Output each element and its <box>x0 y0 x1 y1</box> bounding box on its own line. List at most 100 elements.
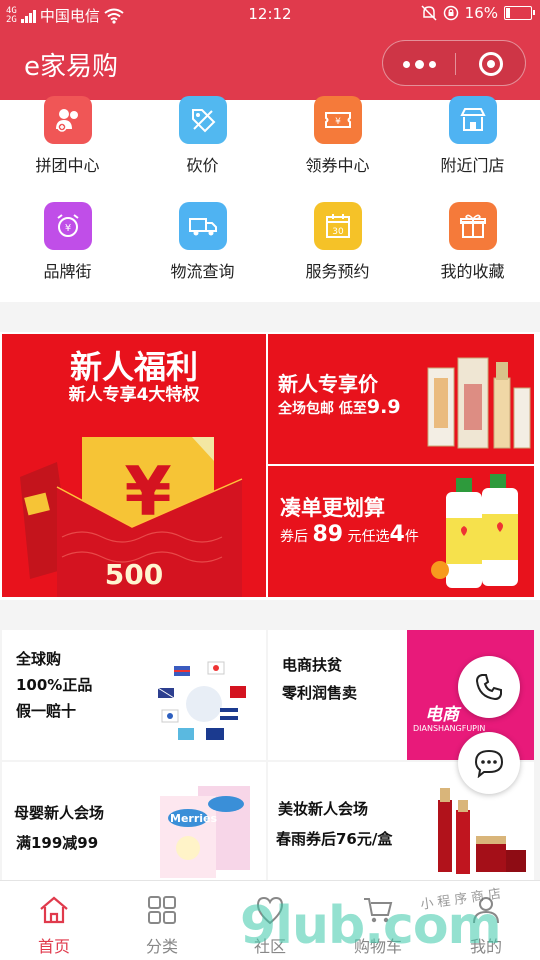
promo-rt-title: 新人专享价 <box>278 372 378 396</box>
card-title: 母婴新人会场 <box>14 804 105 822</box>
tab-label: 社区 <box>253 937 286 956</box>
svg-text:30: 30 <box>332 227 344 237</box>
card-title: 美妆新人会场 <box>278 800 369 818</box>
card-subtitle: 零利润售卖 <box>282 684 358 702</box>
brand-alarm-icon: ¥ <box>43 202 92 250</box>
shortcut-favorites[interactable]: 我的收藏 <box>405 202 540 302</box>
tab-cart[interactable]: 购物车 <box>324 881 432 960</box>
user-icon <box>473 897 499 924</box>
card-image-subtext: DIANSHANGFUPIN <box>413 724 486 733</box>
cart-icon <box>364 898 393 923</box>
promo-rb-title: 凑单更划算 <box>280 496 385 520</box>
promo-new-user-price[interactable]: 新人专享价 全场包邮 低至9.9 <box>268 334 534 464</box>
coupon-icon: ¥ <box>313 96 362 144</box>
shortcut-brand-street[interactable]: ¥ 品牌街 <box>0 202 135 302</box>
card-subtitle: 满199减99 <box>16 834 99 852</box>
promo-rb-c: 件 <box>404 529 419 545</box>
tab-label: 首页 <box>37 937 70 956</box>
svg-text:¥: ¥ <box>124 453 171 532</box>
home-icon <box>40 896 68 924</box>
shortcut-label: 砍价 <box>186 156 219 175</box>
card-title: 全球购 <box>16 650 62 668</box>
world-flags-image <box>157 661 246 740</box>
promo-rb-line: 券后 89 元任选4件 <box>280 522 419 547</box>
more-dot-icon <box>402 60 410 68</box>
svg-text:¥: ¥ <box>64 223 70 234</box>
more-dot-icon <box>414 59 424 69</box>
status-right: 16% <box>421 4 535 22</box>
tab-label: 我的 <box>469 937 502 956</box>
diaper-brand-label: Merries <box>170 812 218 825</box>
shortcut-logistics[interactable]: 物流查询 <box>135 202 270 302</box>
shortcut-label: 附近门店 <box>440 156 505 175</box>
chat-button[interactable] <box>458 732 520 794</box>
shortcut-label: 服务预约 <box>305 262 370 281</box>
promo-rb-num-a: 89 <box>312 522 344 547</box>
header-bar: 4G 2G 中国电信 12:12 16% e家易购 <box>0 0 540 100</box>
chat-bubble-icon <box>474 749 504 778</box>
diaper-packs-image <box>160 786 250 878</box>
shortcut-label: 品牌街 <box>43 262 92 281</box>
price-tag-icon <box>178 96 227 144</box>
promo-rt-price: 9.9 <box>366 396 401 418</box>
target-circle-icon <box>479 52 503 76</box>
promo-rb-a: 券后 <box>280 529 308 545</box>
card-image-text: 电商 <box>425 705 459 725</box>
mini-program-capsule <box>382 40 526 86</box>
card-subtitle-2: 假一赔十 <box>16 702 77 720</box>
bottom-tab-bar: 首页 分类 社区 购物车 我的 <box>0 880 540 960</box>
more-menu-button[interactable] <box>383 41 455 87</box>
promo-banner: 新人福利 新人专享4大特权 ¥ 500 新人专享价 全场包邮 低至9.9 凑单更… <box>0 332 540 600</box>
phone-button[interactable] <box>458 656 520 718</box>
tab-label: 购物车 <box>353 937 402 956</box>
calcium-bottles-image <box>431 474 518 588</box>
promo-rt-prefix: 全场包邮 低至 <box>278 401 367 417</box>
shortcut-nearby-stores[interactable]: 附近门店 <box>405 96 540 196</box>
calendar-icon: 30 <box>313 202 362 250</box>
cosmetics-image <box>438 788 526 874</box>
tab-home[interactable]: 首页 <box>0 881 108 960</box>
grid-icon <box>148 896 176 924</box>
card-mother-baby[interactable]: 母婴新人会场 满199减99 Merries <box>2 762 266 880</box>
shortcut-label: 拼团中心 <box>35 156 100 175</box>
card-global-purchase[interactable]: 全球购 100%正品 假一赔十 <box>2 630 266 760</box>
svg-text:¥: ¥ <box>335 117 341 127</box>
shortcut-group-buy[interactable]: 拼团中心 <box>0 96 135 196</box>
tab-label: 分类 <box>145 937 178 956</box>
page-title: e家易购 <box>24 52 118 82</box>
card-subtitle: 春雨券后76元/盒 <box>276 830 393 848</box>
mute-bell-icon <box>421 5 437 21</box>
store-icon <box>448 96 497 144</box>
promo-rb-b: 元任选 <box>347 529 390 545</box>
card-title: 电商扶贫 <box>282 656 343 674</box>
tab-category[interactable]: 分类 <box>108 881 216 960</box>
cosmetic-bottles-image <box>427 357 531 449</box>
status-bar: 4G 2G 中国电信 12:12 16% <box>0 0 540 30</box>
shortcut-bargain[interactable]: 砍价 <box>135 96 270 196</box>
promo-bundle-deal[interactable]: 凑单更划算 券后 89 元任选4件 <box>268 466 534 597</box>
gift-icon <box>448 202 497 250</box>
promo-left-subtitle: 新人专享4大特权 <box>68 385 200 405</box>
shortcut-grid: 拼团中心 砍价 ¥ 领券中心 附近门店 ¥ 品牌街 物流查询 30 服务预约 我… <box>0 96 540 302</box>
promo-new-user-welfare[interactable]: 新人福利 新人专享4大特权 ¥ 500 <box>2 334 266 597</box>
shortcut-coupons[interactable]: ¥ 领券中心 <box>270 96 405 196</box>
card-subtitle: 100%正品 <box>16 676 93 694</box>
promo-left-amount: 500 <box>104 558 164 591</box>
rotation-lock-icon <box>443 5 458 21</box>
truck-icon <box>178 202 227 250</box>
promo-rb-num-b: 4 <box>389 522 405 547</box>
community-icon <box>256 896 284 925</box>
group-buy-icon <box>43 96 92 144</box>
tab-profile[interactable]: 我的 <box>432 881 540 960</box>
shortcut-label: 物流查询 <box>170 262 235 281</box>
more-dot-icon <box>428 60 436 68</box>
shortcut-appointments[interactable]: 30 服务预约 <box>270 202 405 302</box>
close-mini-program-button[interactable] <box>456 41 526 87</box>
tab-community[interactable]: 社区 <box>216 881 324 960</box>
phone-icon <box>475 674 502 701</box>
promo-rt-line: 全场包邮 低至9.9 <box>278 396 401 418</box>
battery-icon <box>504 6 535 20</box>
battery-fill <box>506 8 511 18</box>
shortcut-label: 我的收藏 <box>440 262 505 281</box>
battery-percent: 16% <box>464 4 498 22</box>
